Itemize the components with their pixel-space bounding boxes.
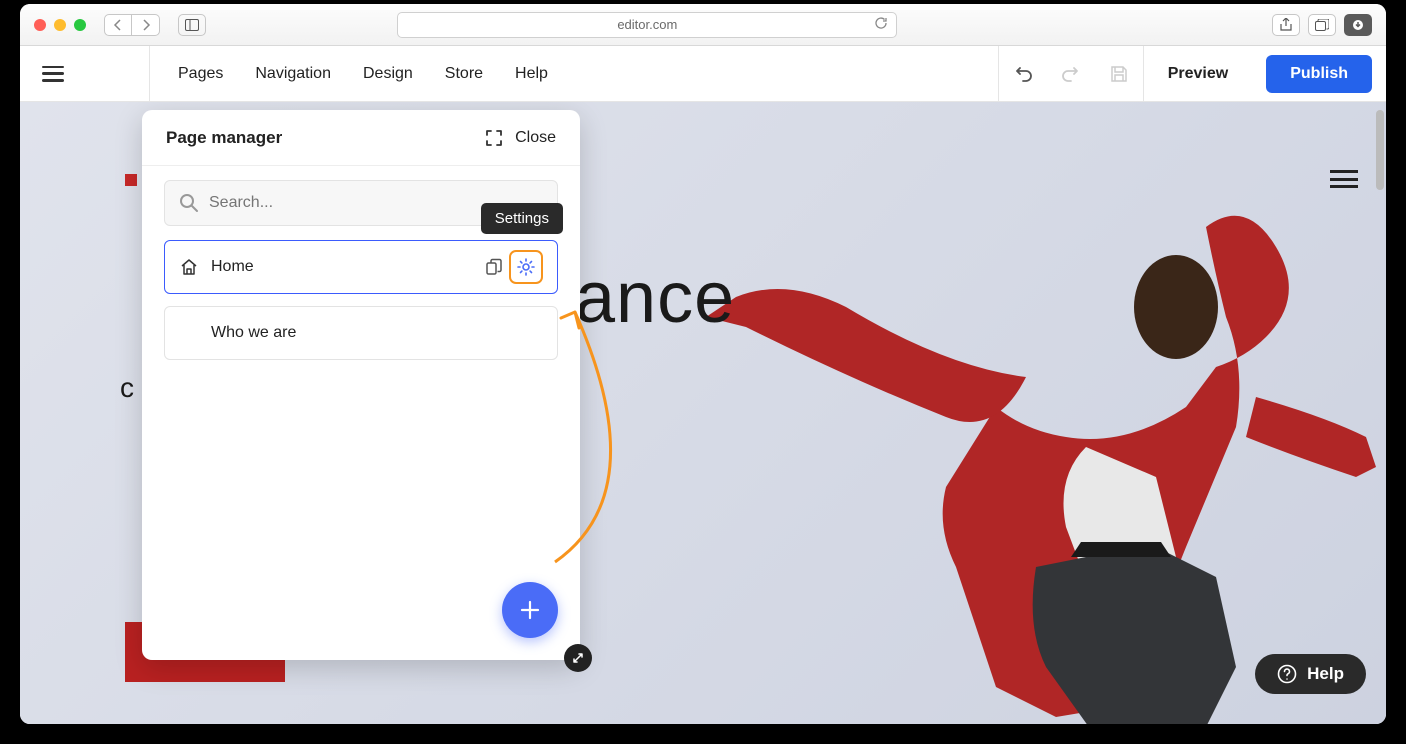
- url-text: editor.com: [617, 17, 677, 32]
- hero-title-fragment: ance: [575, 257, 735, 339]
- toolbar-right: Preview Publish: [998, 46, 1386, 101]
- resize-handle[interactable]: [564, 644, 592, 672]
- editor-canvas: ance c To change this title and descript…: [20, 102, 1386, 724]
- page-item-who-we-are[interactable]: Who we are: [164, 306, 558, 360]
- hamburger-container: [20, 46, 150, 101]
- menu-pages[interactable]: Pages: [178, 65, 223, 83]
- main-menu-icon[interactable]: [42, 66, 64, 82]
- share-icon[interactable]: [1272, 14, 1300, 36]
- undo-icon[interactable]: [999, 63, 1047, 85]
- browser-chrome: editor.com: [20, 4, 1386, 46]
- window-close-icon[interactable]: [34, 19, 46, 31]
- editor-toolbar: Pages Navigation Design Store Help Previ…: [20, 46, 1386, 102]
- page-item-home[interactable]: Settings Home: [164, 240, 558, 294]
- reload-icon[interactable]: [874, 16, 888, 33]
- copy-icon[interactable]: [485, 258, 503, 276]
- menu-items: Pages Navigation Design Store Help: [150, 65, 548, 83]
- nav-buttons: [104, 14, 160, 36]
- tool-icons: [998, 46, 1144, 101]
- close-label: Close: [515, 129, 556, 147]
- save-icon[interactable]: [1095, 64, 1143, 84]
- tabs-icon[interactable]: [1308, 14, 1336, 36]
- publish-button[interactable]: Publish: [1266, 55, 1372, 93]
- panel-title: Page manager: [166, 128, 282, 148]
- forward-button[interactable]: [132, 14, 160, 36]
- help-icon: [1277, 664, 1297, 684]
- sidebar-toggle-icon[interactable]: [178, 14, 206, 36]
- accent-bar: [125, 174, 137, 186]
- panel-header: Page manager Close: [142, 110, 580, 166]
- traffic-lights: [34, 19, 86, 31]
- site-menu-icon[interactable]: [1330, 170, 1358, 188]
- menu-help[interactable]: Help: [515, 65, 548, 83]
- page-actions: [485, 250, 543, 284]
- menu-navigation[interactable]: Navigation: [255, 65, 331, 83]
- page-manager-panel: Page manager Close Settings Home: [142, 110, 580, 660]
- plus-icon: [519, 599, 541, 621]
- address-bar[interactable]: editor.com: [397, 12, 897, 38]
- downloads-icon[interactable]: [1344, 14, 1372, 36]
- gear-icon: [516, 257, 536, 277]
- panel-close-button[interactable]: Close: [485, 129, 556, 147]
- window-minimize-icon[interactable]: [54, 19, 66, 31]
- back-button[interactable]: [104, 14, 132, 36]
- settings-button-highlight[interactable]: [509, 250, 543, 284]
- preview-button[interactable]: Preview: [1144, 65, 1252, 83]
- collapse-icon: [485, 129, 503, 147]
- menu-design[interactable]: Design: [363, 65, 413, 83]
- page-label: Who we are: [211, 324, 296, 342]
- search-icon: [179, 193, 199, 213]
- page-label: Home: [211, 258, 254, 276]
- panel-body: Settings Home Who we are: [142, 166, 580, 660]
- menu-store[interactable]: Store: [445, 65, 483, 83]
- hero-subtitle-fragment: c: [120, 372, 134, 404]
- help-label: Help: [1307, 664, 1344, 684]
- add-page-button[interactable]: [502, 582, 558, 638]
- chrome-right-icons: [1272, 14, 1372, 36]
- settings-tooltip: Settings: [481, 203, 563, 234]
- browser-window: editor.com Pages Navigation Design Store…: [20, 4, 1386, 724]
- redo-icon[interactable]: [1047, 63, 1095, 85]
- window-maximize-icon[interactable]: [74, 19, 86, 31]
- scrollbar-thumb[interactable]: [1376, 110, 1384, 190]
- help-button[interactable]: Help: [1255, 654, 1366, 694]
- home-icon: [179, 257, 199, 277]
